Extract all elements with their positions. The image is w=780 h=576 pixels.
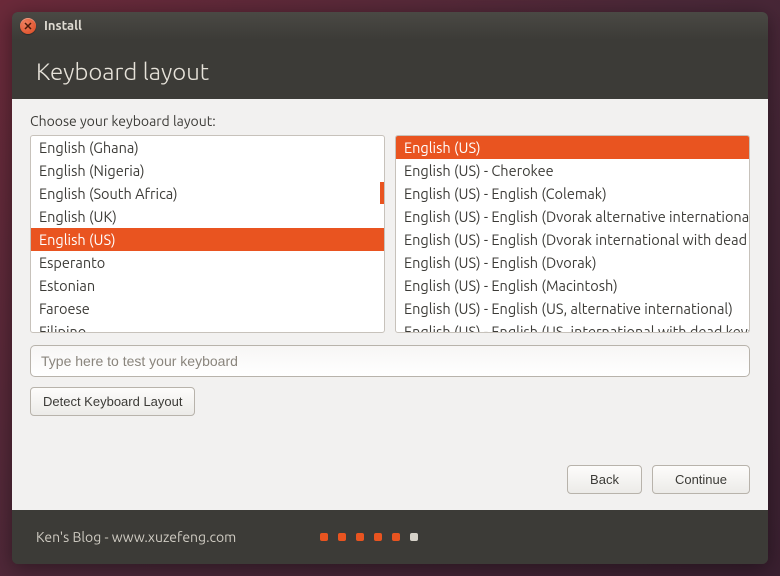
layout-item[interactable]: English (South Africa): [31, 182, 384, 205]
prompt-label: Choose your keyboard layout:: [30, 113, 750, 129]
window-title: Install: [44, 19, 82, 33]
layout-lists: English (Ghana)English (Nigeria)English …: [30, 135, 750, 333]
progress-dot: [374, 533, 382, 541]
installer-window: Install Keyboard layout Choose your keyb…: [12, 12, 768, 564]
header: Keyboard layout: [12, 40, 768, 99]
close-icon: [24, 22, 32, 30]
layout-item[interactable]: Esperanto: [31, 251, 384, 274]
page-title: Keyboard layout: [36, 58, 744, 85]
scrollbar-thumb[interactable]: [380, 182, 384, 204]
layout-listbox[interactable]: English (Ghana)English (Nigeria)English …: [30, 135, 385, 333]
variant-item[interactable]: English (US) - Cherokee: [396, 159, 749, 182]
layout-item[interactable]: English (Nigeria): [31, 159, 384, 182]
layout-item[interactable]: Faroese: [31, 297, 384, 320]
continue-button[interactable]: Continue: [652, 465, 750, 494]
progress-dot: [356, 533, 364, 541]
variant-listbox[interactable]: English (US)English (US) - CherokeeEngli…: [395, 135, 750, 333]
variant-item[interactable]: English (US) - English (US, internationa…: [396, 320, 749, 332]
back-button[interactable]: Back: [567, 465, 642, 494]
detect-layout-button[interactable]: Detect Keyboard Layout: [30, 387, 195, 416]
layout-item[interactable]: English (US): [31, 228, 384, 251]
content-panel: Choose your keyboard layout: English (Gh…: [12, 99, 768, 510]
variant-item[interactable]: English (US) - English (Dvorak): [396, 251, 749, 274]
variant-item[interactable]: English (US) - English (Macintosh): [396, 274, 749, 297]
variant-item[interactable]: English (US): [396, 136, 749, 159]
footer-text: Ken's Blog - www.xuzefeng.com: [36, 529, 236, 545]
layout-item[interactable]: English (Ghana): [31, 136, 384, 159]
progress-dots: [320, 533, 418, 541]
titlebar: Install: [12, 12, 768, 40]
progress-dot: [338, 533, 346, 541]
progress-dot: [320, 533, 328, 541]
close-button[interactable]: [20, 18, 36, 34]
variant-item[interactable]: English (US) - English (Colemak): [396, 182, 749, 205]
progress-dot: [392, 533, 400, 541]
layout-item[interactable]: Filipino: [31, 320, 384, 332]
variant-item[interactable]: English (US) - English (Dvorak internati…: [396, 228, 749, 251]
nav-buttons: Back Continue: [30, 445, 750, 494]
layout-item[interactable]: English (UK): [31, 205, 384, 228]
footer: Ken's Blog - www.xuzefeng.com: [12, 510, 768, 564]
layout-item[interactable]: Estonian: [31, 274, 384, 297]
variant-item[interactable]: English (US) - English (Dvorak alternati…: [396, 205, 749, 228]
progress-dot-current: [410, 533, 418, 541]
keyboard-test-input[interactable]: [30, 345, 750, 377]
variant-item[interactable]: English (US) - English (US, alternative …: [396, 297, 749, 320]
